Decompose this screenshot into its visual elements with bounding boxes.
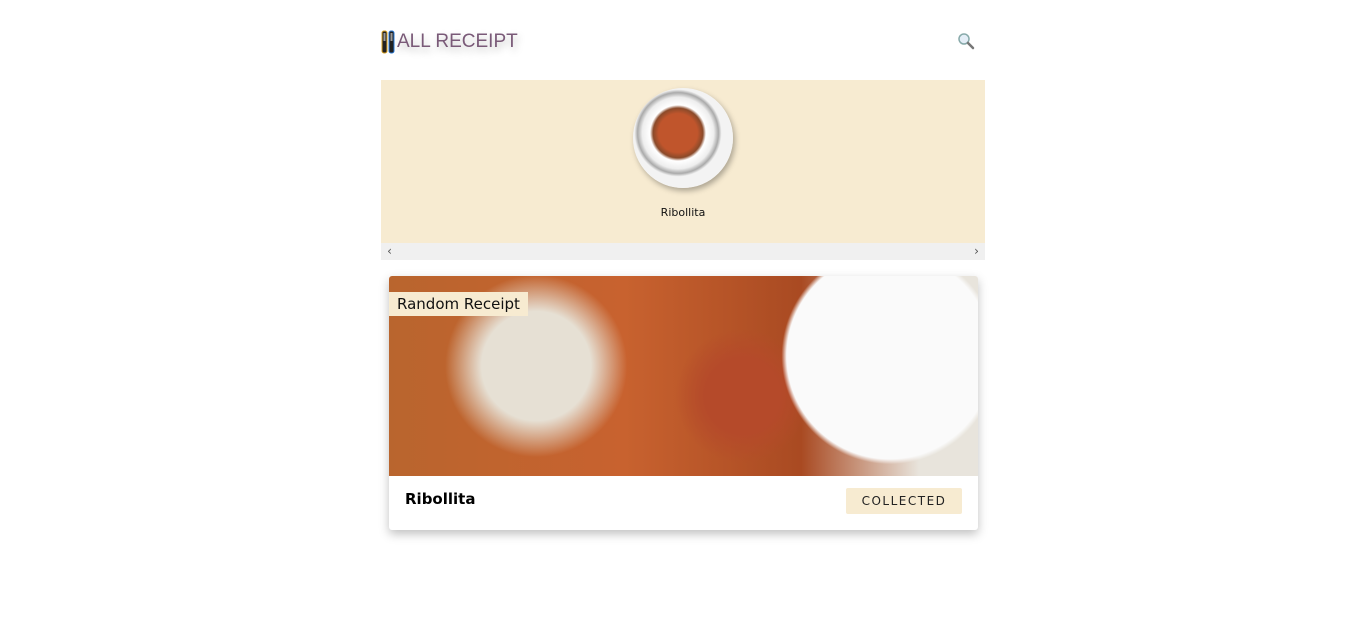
fork-knife-icon xyxy=(381,30,395,54)
horizontal-scrollbar[interactable]: ‹ › xyxy=(381,243,985,260)
recipe-thumbnail[interactable] xyxy=(633,88,733,188)
collected-button[interactable]: COLLECTED xyxy=(846,488,962,514)
app-title: ALL RECEIPT xyxy=(397,31,518,52)
logo[interactable]: ALL RECEIPT xyxy=(381,30,518,54)
recipe-carousel: Ribollita ‹ › xyxy=(381,80,985,260)
recipe-title: Ribollita xyxy=(405,490,476,508)
recipe-thumbnail-label[interactable]: Ribollita xyxy=(381,206,985,219)
random-recipe-card[interactable]: Random Receipt Ribollita COLLECTED xyxy=(389,276,978,530)
scroll-left-icon[interactable]: ‹ xyxy=(381,243,398,260)
header: ALL RECEIPT xyxy=(381,28,985,58)
random-receipt-tag: Random Receipt xyxy=(389,292,528,316)
scroll-right-icon[interactable]: › xyxy=(968,243,985,260)
search-icon[interactable] xyxy=(957,32,975,50)
